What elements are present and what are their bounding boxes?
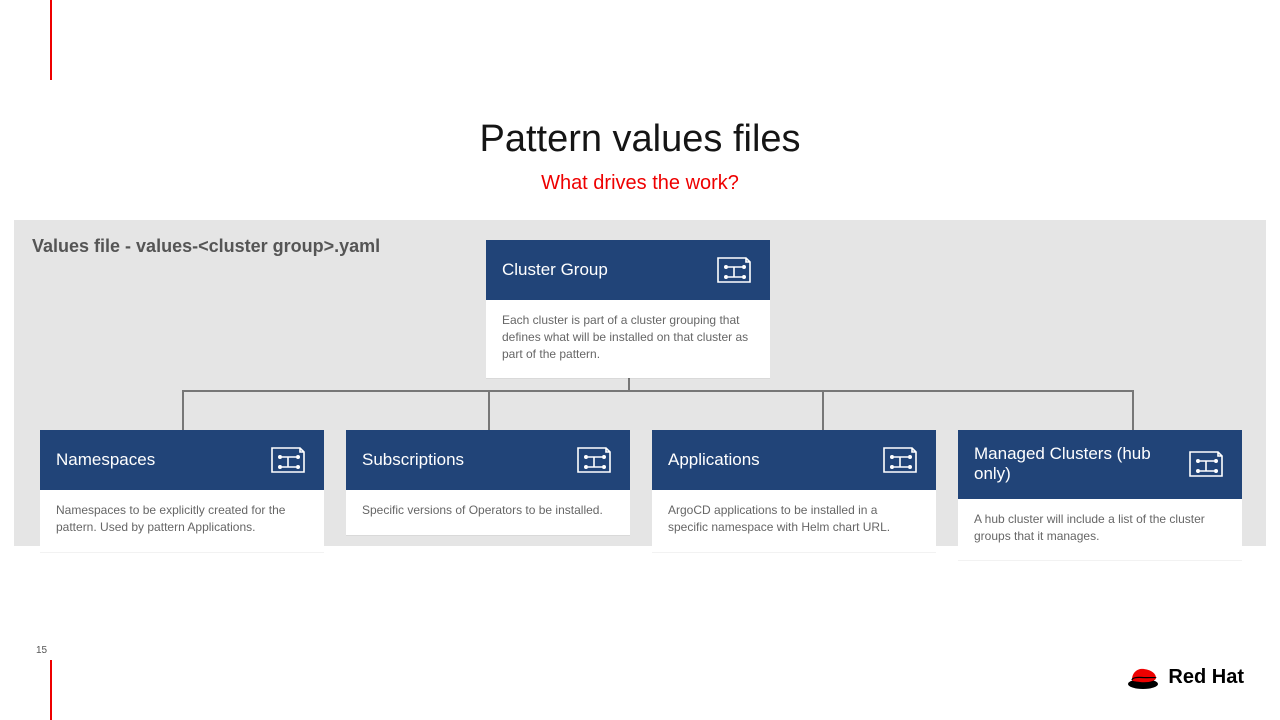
node-header: Namespaces — [40, 430, 324, 490]
node-body: ArgoCD applications to be installed in a… — [652, 490, 936, 552]
slide-title: Pattern values files — [0, 118, 1280, 161]
redhat-fedora-icon — [1126, 664, 1160, 690]
node-title: Managed Clusters (hub only) — [974, 444, 1186, 485]
node-applications: Applications ArgoCD applications to be i… — [652, 430, 936, 552]
pattern-icon — [880, 444, 920, 476]
node-header: Cluster Group — [486, 240, 770, 300]
connector — [182, 390, 184, 430]
node-header: Subscriptions — [346, 430, 630, 490]
node-subscriptions: Subscriptions Specific versions of Opera… — [346, 430, 630, 535]
node-cluster-group: Cluster Group Each cluster is part of a … — [486, 240, 770, 378]
node-title: Cluster Group — [502, 260, 608, 280]
node-body: Namespaces to be explicitly created for … — [40, 490, 324, 552]
node-body: Specific versions of Operators to be ins… — [346, 490, 630, 535]
node-managed-clusters: Managed Clusters (hub only) A hub cluste… — [958, 430, 1242, 560]
connector — [1132, 390, 1134, 430]
node-title: Namespaces — [56, 450, 155, 470]
connector — [488, 390, 490, 430]
slide: Pattern values files What drives the wor… — [0, 0, 1280, 720]
node-body: Each cluster is part of a cluster groupi… — [486, 300, 770, 378]
diagram-label: Values file - values-<cluster group>.yam… — [32, 236, 380, 257]
brand-name: Red Hat — [1168, 666, 1244, 689]
slide-subtitle: What drives the work? — [0, 172, 1280, 195]
brand-logo: Red Hat — [1126, 664, 1244, 690]
pattern-icon — [574, 444, 614, 476]
diagram-area: Values file - values-<cluster group>.yam… — [14, 220, 1266, 546]
connector — [822, 390, 824, 430]
pattern-icon — [268, 444, 308, 476]
decor-bar-top — [50, 0, 52, 80]
pattern-icon — [1186, 448, 1226, 480]
decor-bar-bottom — [50, 660, 52, 720]
connector — [182, 390, 1134, 392]
node-header: Applications — [652, 430, 936, 490]
node-title: Applications — [668, 450, 760, 470]
node-namespaces: Namespaces Namespaces to be explicitly c… — [40, 430, 324, 552]
node-title: Subscriptions — [362, 450, 464, 470]
page-number: 15 — [36, 645, 47, 656]
node-body: A hub cluster will include a list of the… — [958, 499, 1242, 561]
node-header: Managed Clusters (hub only) — [958, 430, 1242, 499]
pattern-icon — [714, 254, 754, 286]
